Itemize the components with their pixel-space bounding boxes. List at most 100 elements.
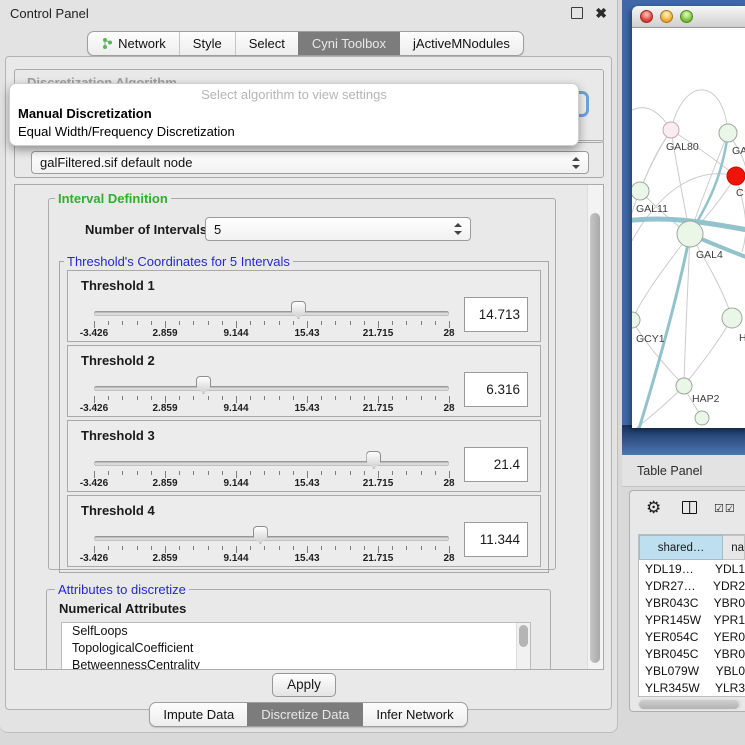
float-window-icon[interactable] xyxy=(571,7,583,19)
threshold-value-field[interactable]: 21.4 xyxy=(464,447,528,482)
tab-infer-network[interactable]: Infer Network xyxy=(362,703,466,726)
network-icon xyxy=(101,37,113,50)
axis-tick-label: 15.43 xyxy=(294,478,319,489)
slider-thumb[interactable] xyxy=(291,301,306,319)
slider-track[interactable] xyxy=(94,311,449,316)
option-equal-width-frequency[interactable]: Equal Width/Frequency Discretization xyxy=(18,124,235,139)
close-traffic-light[interactable] xyxy=(640,10,653,23)
vertical-scrollbar[interactable] xyxy=(587,185,603,669)
cell-shared-name: YBR045C xyxy=(639,647,707,661)
tick-mark xyxy=(449,546,450,553)
tick-mark xyxy=(137,321,138,325)
network-node-gal4[interactable] xyxy=(677,221,703,247)
apply-button[interactable]: Apply xyxy=(272,673,336,697)
option-manual-discretization[interactable]: Manual Discretization xyxy=(18,106,152,121)
network-node-hap2[interactable] xyxy=(676,378,692,394)
tab-style[interactable]: Style xyxy=(179,32,235,55)
attribute-item[interactable]: SelfLoops xyxy=(62,623,530,640)
column-header-shared-name[interactable]: shared… xyxy=(639,535,723,560)
axis-tick-label: -3.426 xyxy=(80,478,108,489)
vertical-scrollbar-thumb[interactable] xyxy=(590,213,600,663)
select-columns-checkboxes-icon[interactable]: ☑☑ xyxy=(714,502,736,515)
split-columns-icon[interactable] xyxy=(682,501,697,514)
table-rows: YDL19…YDL1YDR27…YDR2YBR043CYBR0YPR145WYP… xyxy=(639,560,745,697)
network-edge-highlighted[interactable] xyxy=(638,234,690,428)
network-edge[interactable] xyxy=(671,90,728,133)
table-row[interactable]: YIL052CYIL0 xyxy=(639,696,745,697)
threshold-value-field[interactable]: 6.316 xyxy=(464,372,528,407)
threshold-panel: Threshold 4 -3.4262.8599.14415.4321.7152… xyxy=(67,495,541,567)
tab-jactivemnodules[interactable]: jActiveMNodules xyxy=(399,32,523,55)
table-data-combobox[interactable]: galFiltered.sif default node xyxy=(31,151,589,174)
slider-thumb[interactable] xyxy=(253,526,268,544)
tab-cyni-toolbox[interactable]: Cyni Toolbox xyxy=(298,32,399,55)
tab-network[interactable]: Network xyxy=(88,32,179,55)
close-icon[interactable]: ✖ xyxy=(595,8,607,18)
network-edge[interactable] xyxy=(640,130,671,191)
algorithm-dropdown-popup: Select algorithm to view settings Manual… xyxy=(9,83,579,146)
table-row[interactable]: YDL19…YDL1 xyxy=(639,560,745,577)
tick-mark xyxy=(151,396,152,400)
tick-mark xyxy=(193,471,194,475)
tab-discretize-data[interactable]: Discretize Data xyxy=(247,703,362,726)
tick-mark xyxy=(406,546,407,550)
table-row[interactable]: YBR045CYBR0 xyxy=(639,645,745,662)
axis-tick-label: 2.859 xyxy=(152,553,177,564)
network-edge[interactable] xyxy=(632,320,684,386)
slider-track[interactable] xyxy=(94,386,449,391)
tick-mark xyxy=(264,396,265,400)
numerical-attributes-list[interactable]: SelfLoopsTopologicalCoefficientBetweenne… xyxy=(61,622,531,670)
network-node-gal80[interactable] xyxy=(663,122,679,138)
network-node-ga[interactable] xyxy=(719,124,737,142)
network-node-c[interactable] xyxy=(727,167,745,185)
attribute-item[interactable]: TopologicalCoefficient xyxy=(62,640,530,657)
tick-mark xyxy=(122,471,123,475)
threshold-value-field[interactable]: 14.713 xyxy=(464,297,528,332)
attribute-item[interactable]: BetweennessCentrality xyxy=(62,657,530,670)
network-canvas[interactable]: GAL80GACGAL11GAL4GCY1HHAP2 xyxy=(632,28,745,428)
network-view-window: GAL80GACGAL11GAL4GCY1HHAP2 xyxy=(632,6,745,428)
column-header-name[interactable]: na xyxy=(723,535,745,560)
network-node-h[interactable] xyxy=(722,308,742,328)
slider-thumb[interactable] xyxy=(366,451,381,469)
zoom-traffic-light[interactable] xyxy=(680,10,693,23)
table-row[interactable]: YPR145WYPR1 xyxy=(639,611,745,628)
tick-mark xyxy=(321,396,322,400)
tab-select[interactable]: Select xyxy=(235,32,298,55)
table-row[interactable]: YLR345WYLR3 xyxy=(639,679,745,696)
table-row[interactable]: YER054CYER0 xyxy=(639,628,745,645)
horizontal-scrollbar-thumb[interactable] xyxy=(639,700,739,709)
tick-mark xyxy=(335,546,336,550)
slider-thumb[interactable] xyxy=(196,376,211,394)
tick-mark xyxy=(250,321,251,325)
network-edge[interactable] xyxy=(690,234,732,318)
number-of-intervals-combobox[interactable]: 5 xyxy=(205,217,471,241)
cell-name: YBR0 xyxy=(707,596,745,610)
tick-mark xyxy=(122,546,123,550)
axis-tick-label: 2.859 xyxy=(152,403,177,414)
network-node[interactable] xyxy=(695,411,709,425)
list-scrollbar-thumb[interactable] xyxy=(519,625,528,647)
table-row[interactable]: YBL079WYBL0 xyxy=(639,662,745,679)
table-row[interactable]: YDR27…YDR2 xyxy=(639,577,745,594)
numerical-attributes-label: Numerical Attributes xyxy=(59,601,186,616)
interval-definition-group: Interval Definition Number of Intervals … xyxy=(48,198,556,570)
tick-mark xyxy=(421,546,422,550)
table-row[interactable]: YBR043CYBR0 xyxy=(639,594,745,611)
slider-axis-labels: -3.4262.8599.14415.4321.71528 xyxy=(94,478,449,490)
settings-scroll-viewport: Interval Definition Number of Intervals … xyxy=(14,184,604,670)
network-window-titlebar[interactable] xyxy=(632,6,745,28)
horizontal-scrollbar[interactable] xyxy=(638,699,742,710)
slider-track[interactable] xyxy=(94,461,449,466)
slider-track[interactable] xyxy=(94,536,449,541)
minimize-traffic-light[interactable] xyxy=(660,10,673,23)
network-edge[interactable] xyxy=(640,130,671,191)
list-scrollbar[interactable] xyxy=(516,623,530,669)
network-node-gal11[interactable] xyxy=(632,182,649,200)
network-node-gcy1[interactable] xyxy=(632,312,640,328)
tab-impute-data[interactable]: Impute Data xyxy=(150,703,247,726)
tick-mark xyxy=(449,321,450,328)
gear-icon[interactable]: ⚙ xyxy=(646,499,661,516)
threshold-value-field[interactable]: 11.344 xyxy=(464,522,528,557)
network-edge[interactable] xyxy=(684,318,732,386)
